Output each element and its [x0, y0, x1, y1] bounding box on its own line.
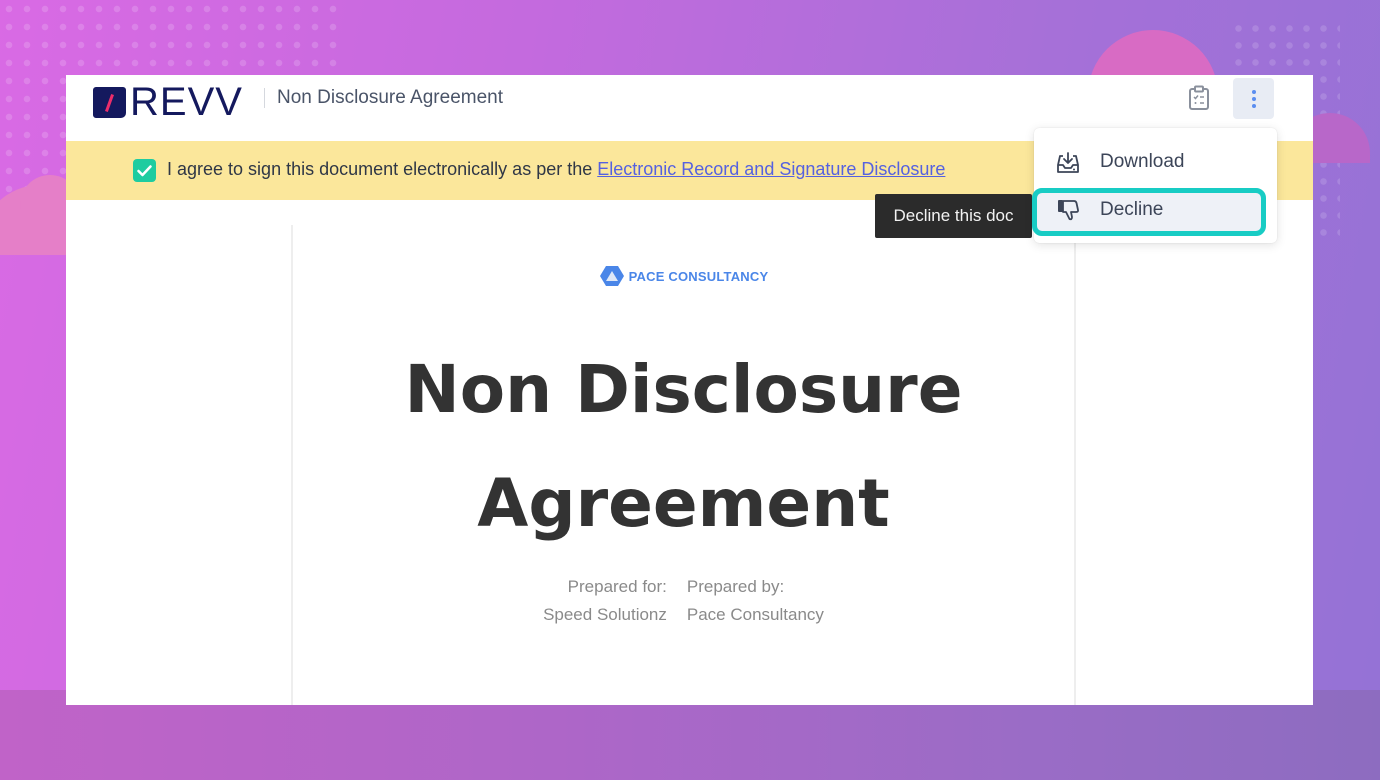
- prepared-for-value: Speed Solutionz: [543, 605, 667, 624]
- brand-name: REVV: [130, 80, 243, 124]
- consent-text: I agree to sign this document electronic…: [167, 159, 945, 180]
- prepared-for: Prepared for: Speed Solutionz: [543, 573, 667, 629]
- document-heading: Non Disclosure Agreement: [293, 333, 1074, 561]
- prepared-by-value: Pace Consultancy: [686, 605, 824, 624]
- menu-item-label: Decline: [1100, 199, 1164, 220]
- more-options-button[interactable]: [1233, 78, 1274, 119]
- heading-line-1: Non Disclosure: [404, 351, 963, 428]
- more-vertical-icon: [1251, 89, 1256, 94]
- clipboard-checklist-icon: [1189, 85, 1209, 110]
- download-tray-icon: [1057, 152, 1079, 173]
- decline-tooltip: Decline this doc: [875, 194, 1032, 238]
- title-divider: [264, 88, 265, 108]
- menu-item-label: Download: [1100, 151, 1185, 172]
- pace-logo-icon: [599, 266, 624, 286]
- revv-logo[interactable]: REVV: [93, 82, 243, 122]
- checklist-button[interactable]: [1186, 85, 1212, 111]
- document-title: Non Disclosure Agreement: [277, 87, 503, 108]
- company-name: PACE CONSULTANCY: [628, 268, 769, 284]
- checkmark-icon: [137, 164, 152, 176]
- prepared-by: Prepared by: Pace Consultancy: [687, 573, 824, 629]
- prepared-info: Prepared for: Speed Solutionz Prepared b…: [293, 573, 1074, 629]
- menu-item-decline[interactable]: Decline: [1034, 190, 1277, 230]
- document-viewer: PACE CONSULTANCY Non Disclosure Agreemen…: [66, 200, 1313, 705]
- thumbs-down-icon: [1058, 200, 1079, 221]
- menu-item-download[interactable]: Download: [1034, 142, 1277, 182]
- revv-logo-mark-icon: [93, 86, 126, 118]
- company-header: PACE CONSULTANCY: [293, 265, 1074, 287]
- consent-checkbox[interactable]: [133, 159, 156, 182]
- disclosure-link[interactable]: Electronic Record and Signature Disclosu…: [597, 159, 945, 179]
- consent-label: I agree to sign this document electronic…: [167, 159, 598, 179]
- document-page: PACE CONSULTANCY Non Disclosure Agreemen…: [291, 225, 1076, 705]
- prepared-by-label: Prepared by:: [686, 577, 785, 596]
- prepared-for-label: Prepared for:: [567, 577, 667, 596]
- heading-line-2: Agreement: [477, 465, 890, 542]
